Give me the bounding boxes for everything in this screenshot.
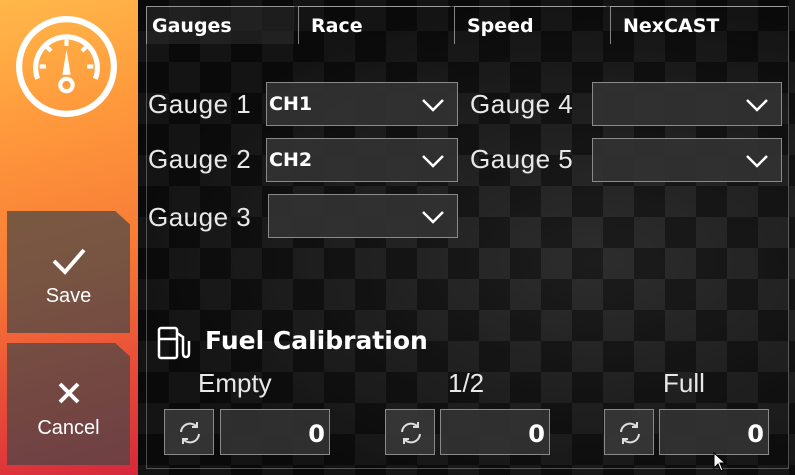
fuel-empty-input[interactable]: 0 — [220, 409, 330, 455]
save-button[interactable]: Save — [7, 211, 130, 333]
save-label: Save — [45, 285, 92, 307]
panel-frame — [146, 6, 789, 469]
sidebar: Save Cancel — [0, 0, 138, 475]
gauge-1-select[interactable]: CH1 — [266, 82, 458, 126]
fuel-half-input[interactable]: 0 — [440, 409, 550, 455]
tab-race[interactable]: Race — [298, 6, 450, 44]
gauge-3-select[interactable] — [268, 194, 458, 238]
fuel-calibration-title: Fuel Calibration — [205, 326, 428, 355]
close-icon — [58, 382, 79, 404]
fuel-empty-refresh-button[interactable] — [164, 409, 214, 455]
cancel-label: Cancel — [37, 417, 100, 439]
gauge-2-select[interactable]: CH2 — [266, 138, 458, 182]
refresh-icon — [180, 422, 200, 444]
main-panel — [138, 0, 795, 475]
gauge-3-label: Gauge 3 — [148, 202, 252, 232]
chevron-down-icon — [422, 211, 444, 224]
chevron-down-icon — [422, 99, 444, 112]
fuel-full-label: Full — [663, 368, 705, 398]
tab-speed[interactable]: Speed — [454, 6, 606, 44]
fuel-full-input[interactable]: 0 — [659, 409, 769, 455]
tab-nexcast[interactable]: NexCAST — [610, 6, 786, 44]
gauge-1-value: CH1 — [269, 93, 313, 115]
fuel-half-label: 1/2 — [448, 368, 485, 398]
refresh-icon — [620, 422, 640, 444]
gauge-5-label: Gauge 5 — [470, 144, 574, 174]
chevron-down-icon — [746, 155, 768, 168]
fuel-half-refresh-button[interactable] — [385, 409, 435, 455]
fuel-pump-icon — [157, 326, 191, 360]
gauge-5-select[interactable] — [592, 138, 782, 182]
gauge-1-label: Gauge 1 — [148, 89, 252, 119]
refresh-icon — [401, 422, 421, 444]
gauge-4-select[interactable] — [592, 82, 782, 126]
checkmark-icon — [52, 248, 86, 275]
chevron-down-icon — [422, 155, 444, 168]
speedometer-icon — [16, 16, 117, 117]
gauge-2-label: Gauge 2 — [148, 144, 252, 174]
gauge-2-value: CH2 — [269, 149, 313, 171]
fuel-empty-label: Empty — [198, 368, 272, 398]
gauge-4-label: Gauge 4 — [470, 89, 574, 119]
tab-gauges[interactable]: Gauges — [146, 6, 294, 44]
mouse-cursor-icon — [713, 452, 727, 472]
fuel-full-refresh-button[interactable] — [604, 409, 654, 455]
chevron-down-icon — [746, 99, 768, 112]
cancel-button[interactable]: Cancel — [7, 343, 130, 465]
